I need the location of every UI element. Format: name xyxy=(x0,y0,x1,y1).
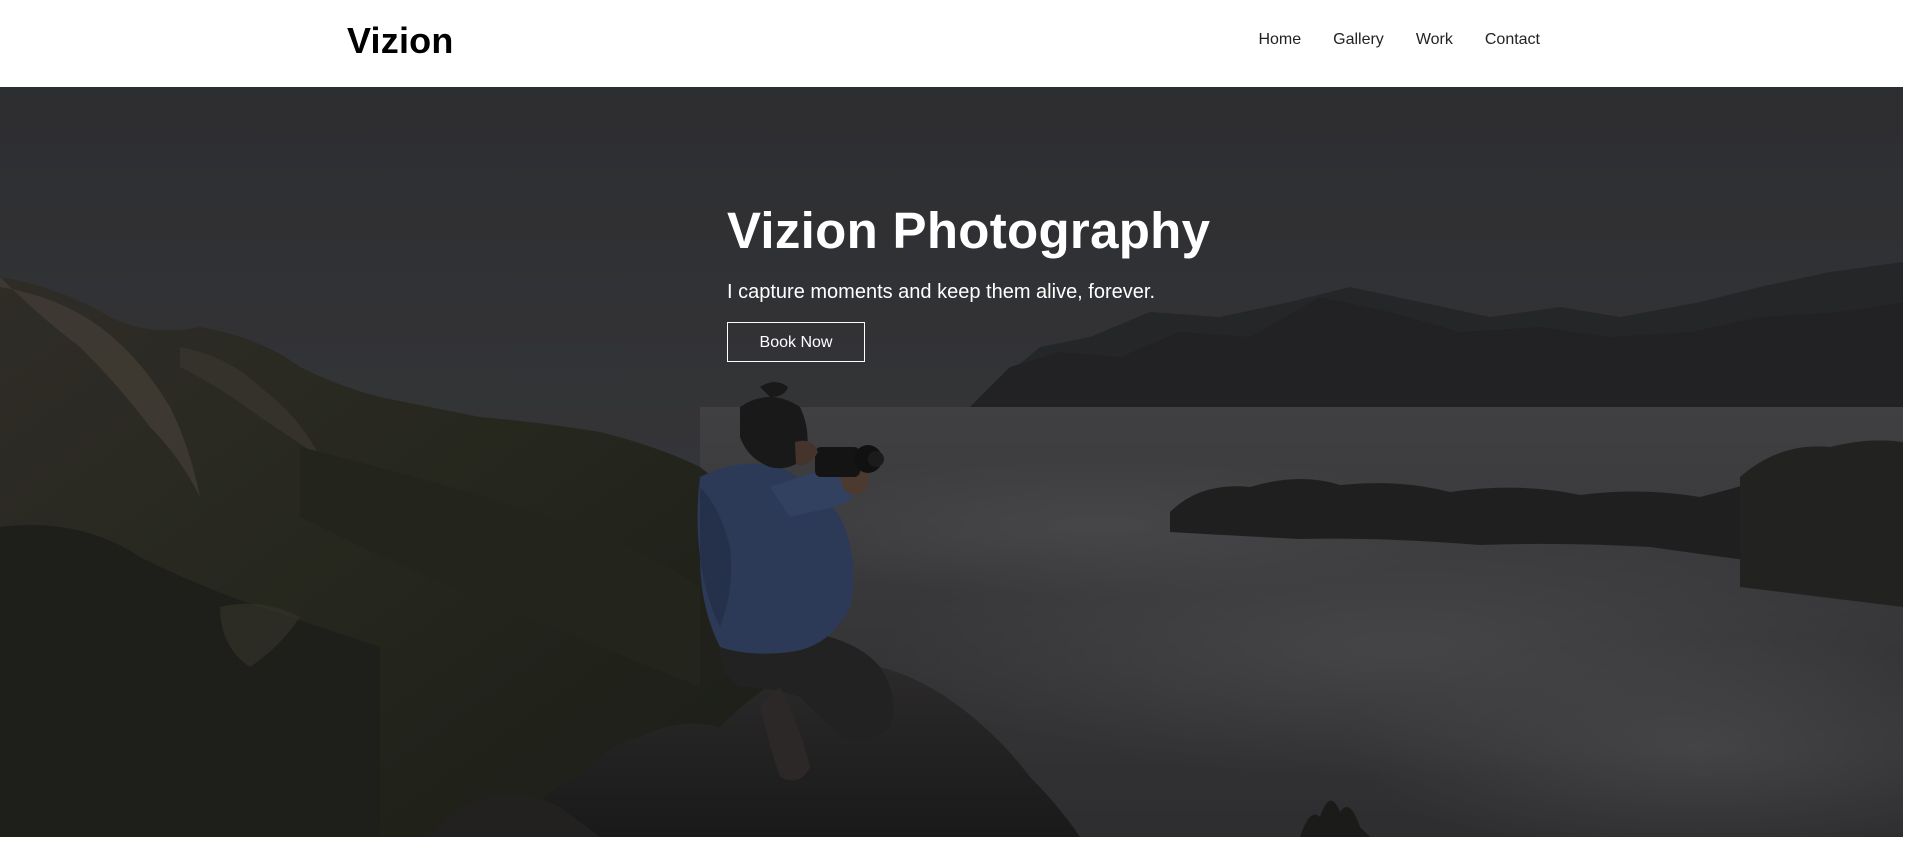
site-header: Vizion Home Gallery Work Contact xyxy=(0,0,1905,87)
page: Vizion Home Gallery Work Contact Vizion … xyxy=(0,0,1905,845)
site-logo[interactable]: Vizion xyxy=(347,20,454,62)
hero-section: Vizion Photography I capture moments and… xyxy=(0,87,1903,837)
main-nav: Home Gallery Work Contact xyxy=(1258,31,1540,49)
nav-link-contact[interactable]: Contact xyxy=(1485,31,1540,49)
nav-link-home[interactable]: Home xyxy=(1258,31,1301,49)
nav-link-gallery[interactable]: Gallery xyxy=(1333,31,1384,49)
page-bottom-strip xyxy=(0,837,1905,845)
book-now-button[interactable]: Book Now xyxy=(727,322,865,363)
hero-content: Vizion Photography I capture moments and… xyxy=(727,202,1211,363)
nav-link-work[interactable]: Work xyxy=(1416,31,1453,49)
hero-dark-overlay xyxy=(0,87,1903,837)
hero-tagline: I capture moments and keep them alive, f… xyxy=(727,281,1155,304)
hero-title: Vizion Photography xyxy=(727,202,1211,259)
